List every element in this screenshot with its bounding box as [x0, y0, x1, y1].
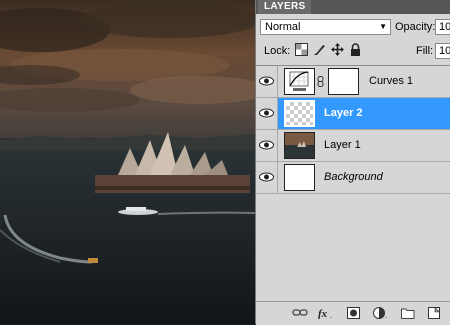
new-group-folder-icon[interactable]	[401, 307, 415, 319]
document-canvas[interactable]	[0, 0, 255, 324]
svg-text:fx: fx	[318, 308, 328, 319]
link-layers-icon[interactable]	[292, 307, 308, 319]
layer-style-fx-icon[interactable]: fx.	[318, 307, 336, 320]
chain-link-icon[interactable]	[317, 76, 324, 87]
opacity-field[interactable]: 10	[435, 19, 450, 35]
layer-row-layer-2[interactable]: Layer 2	[256, 98, 450, 130]
lock-image-pixels-icon[interactable]	[313, 43, 326, 56]
layer-name[interactable]: Layer 1	[324, 130, 361, 161]
curves-adjustment-thumbnail[interactable]	[284, 68, 315, 95]
svg-text:.: .	[385, 311, 387, 319]
layer-name[interactable]: Background	[324, 162, 383, 193]
new-adjustment-layer-icon[interactable]: .	[373, 307, 389, 320]
layer-row-layer-1[interactable]: Layer 1	[256, 130, 450, 162]
layer-name[interactable]: Layer 2	[324, 98, 363, 129]
panel-bottom-toolbar: fx. .	[256, 301, 450, 325]
new-layer-icon[interactable]	[427, 306, 441, 319]
svg-text:.: .	[330, 311, 332, 319]
tab-layers[interactable]: LAYERS	[258, 0, 312, 14]
background-layer-thumbnail[interactable]	[284, 164, 315, 191]
visibility-toggle[interactable]	[256, 130, 278, 161]
fill-field[interactable]: 10	[435, 43, 450, 59]
harbour-photo	[0, 0, 255, 324]
eye-icon	[259, 140, 274, 150]
layer-name[interactable]: Curves 1	[369, 66, 413, 97]
visibility-toggle[interactable]	[256, 66, 278, 97]
eye-icon	[259, 172, 274, 182]
layer-row-curves-1[interactable]: Curves 1	[256, 66, 450, 98]
lock-all-icon[interactable]	[349, 43, 362, 56]
blend-mode-value: Normal	[265, 21, 301, 33]
fill-label: Fill:	[416, 45, 434, 57]
layer-mask-thumbnail[interactable]	[328, 68, 359, 95]
photo-layer-thumbnail[interactable]	[284, 132, 315, 159]
visibility-toggle[interactable]	[256, 98, 278, 129]
opacity-label: Opacity:	[395, 21, 436, 33]
eye-icon	[259, 76, 274, 86]
transparent-layer-thumbnail[interactable]	[284, 100, 315, 127]
blend-mode-dropdown[interactable]: Normal ▼	[260, 19, 391, 35]
layer-row-background[interactable]: Background	[256, 162, 450, 194]
layer-list: Curves 1 Layer 2 Layer 1 Background	[256, 65, 450, 302]
lock-label: Lock:	[264, 45, 291, 57]
lock-transparent-pixels-icon[interactable]	[295, 43, 308, 56]
panel-tab-bar: LAYERS	[256, 0, 450, 14]
lock-position-icon[interactable]	[331, 43, 344, 56]
visibility-toggle[interactable]	[256, 162, 278, 193]
chevron-down-icon: ▼	[379, 22, 387, 31]
layers-panel: LAYERS Normal ▼ Opacity: 10 Lock: Fill: …	[255, 0, 450, 325]
add-mask-icon[interactable]	[347, 307, 361, 319]
curves-icon	[289, 71, 309, 91]
eye-icon	[259, 108, 274, 118]
